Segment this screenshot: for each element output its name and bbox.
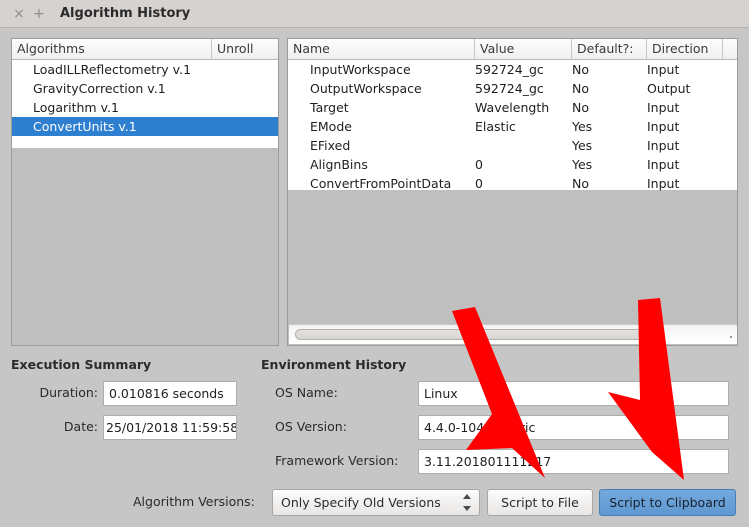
date-field[interactable]: 25/01/2018 11:59:58: [103, 415, 237, 440]
cell-direction: Input: [647, 136, 723, 155]
table-row[interactable]: EMode Elastic Yes Input: [288, 117, 737, 136]
column-header-unroll[interactable]: Unroll: [212, 39, 278, 59]
environment-history-title: Environment History: [261, 357, 406, 372]
cell-direction: Output: [647, 79, 723, 98]
cell-name: OutputWorkspace: [288, 79, 475, 98]
table-row[interactable]: OutputWorkspace 592724_gc No Output: [288, 79, 737, 98]
algorithms-empty-area: [12, 148, 278, 326]
list-item[interactable]: LoadILLReflectometry v.1: [12, 60, 278, 79]
cell-default: Yes: [572, 117, 647, 136]
cell-name: EMode: [288, 117, 475, 136]
cell-direction: Input: [647, 60, 723, 79]
cell-direction: Input: [647, 174, 723, 193]
cell-default: No: [572, 79, 647, 98]
duration-field[interactable]: 0.010816 seconds: [103, 381, 237, 406]
cell-name: AlignBins: [288, 155, 475, 174]
properties-empty-area: [288, 190, 737, 314]
cell-direction: Input: [647, 98, 723, 117]
list-item[interactable]: GravityCorrection v.1: [12, 79, 278, 98]
table-row[interactable]: AlignBins 0 Yes Input: [288, 155, 737, 174]
cell-direction: Input: [647, 155, 723, 174]
cell-value: 0: [475, 174, 572, 193]
algorithms-list: LoadILLReflectometry v.1 GravityCorrecti…: [12, 60, 278, 148]
algorithm-versions-selected-value: Only Specify Old Versions: [281, 495, 441, 510]
chevron-down-icon: [463, 506, 471, 511]
cell-name: ConvertFromPointData: [288, 174, 475, 193]
cell-value: 592724_gc: [475, 60, 572, 79]
algorithms-header-row: Algorithms Unroll: [12, 39, 278, 60]
date-label: Date:: [26, 419, 98, 434]
cell-default: No: [572, 60, 647, 79]
cell-default: Yes: [572, 136, 647, 155]
properties-panel: Name Value Default?: Direction InputWork…: [287, 38, 738, 346]
cell-name: Target: [288, 98, 475, 117]
cell-value: 0: [475, 155, 572, 174]
cell-default: No: [572, 174, 647, 193]
chevron-updown-icon[interactable]: [462, 494, 471, 511]
cell-name: InputWorkspace: [288, 60, 475, 79]
script-to-clipboard-button[interactable]: Script to Clipboard: [599, 489, 736, 516]
list-item-selected[interactable]: ConvertUnits v.1: [12, 117, 278, 136]
table-row[interactable]: Target Wavelength No Input: [288, 98, 737, 117]
framework-version-label: Framework Version:: [275, 453, 415, 468]
chevron-up-icon: [463, 494, 471, 499]
plus-icon[interactable]: +: [30, 7, 48, 21]
script-to-file-button[interactable]: Script to File: [487, 489, 593, 516]
os-version-label: OS Version:: [275, 419, 415, 434]
algorithm-versions-select[interactable]: Only Specify Old Versions: [272, 489, 480, 516]
scrollbar-thumb[interactable]: [295, 329, 660, 340]
os-name-field[interactable]: Linux: [418, 381, 729, 406]
list-item[interactable]: Logarithm v.1: [12, 98, 278, 117]
column-header-value[interactable]: Value: [475, 39, 572, 59]
column-header-spacer: [723, 39, 737, 59]
os-version-field[interactable]: 4.4.0-104-generic: [418, 415, 729, 440]
execution-summary-title: Execution Summary: [11, 357, 151, 372]
column-header-algorithms[interactable]: Algorithms: [12, 39, 212, 59]
cell-value: [475, 136, 572, 155]
cell-default: Yes: [572, 155, 647, 174]
table-row[interactable]: EFixed Yes Input: [288, 136, 737, 155]
cell-value: 592724_gc: [475, 79, 572, 98]
os-name-label: OS Name:: [275, 385, 415, 400]
table-row[interactable]: ConvertFromPointData 0 No Input: [288, 174, 737, 193]
cell-value: Elastic: [475, 117, 572, 136]
window-title: Algorithm History: [60, 6, 190, 21]
duration-label: Duration:: [26, 385, 98, 400]
algorithm-versions-label: Algorithm Versions:: [133, 494, 255, 509]
cell-value: Wavelength: [475, 98, 572, 117]
algorithms-panel: Algorithms Unroll LoadILLReflectometry v…: [11, 38, 279, 346]
cell-default: No: [572, 98, 647, 117]
scrollbar-marker: [730, 336, 732, 338]
close-icon[interactable]: ×: [10, 7, 28, 21]
cell-direction: Input: [647, 117, 723, 136]
column-header-default[interactable]: Default?:: [572, 39, 647, 59]
column-header-name[interactable]: Name: [288, 39, 475, 59]
horizontal-scrollbar[interactable]: [289, 324, 738, 344]
properties-table: InputWorkspace 592724_gc No Input Output…: [288, 60, 737, 190]
properties-header-row: Name Value Default?: Direction: [288, 39, 737, 60]
column-header-direction[interactable]: Direction: [647, 39, 723, 59]
table-row[interactable]: InputWorkspace 592724_gc No Input: [288, 60, 737, 79]
framework-version-field[interactable]: 3.11.201801111217: [418, 449, 729, 474]
cell-name: EFixed: [288, 136, 475, 155]
window-title-bar: × + Algorithm History: [0, 0, 749, 28]
